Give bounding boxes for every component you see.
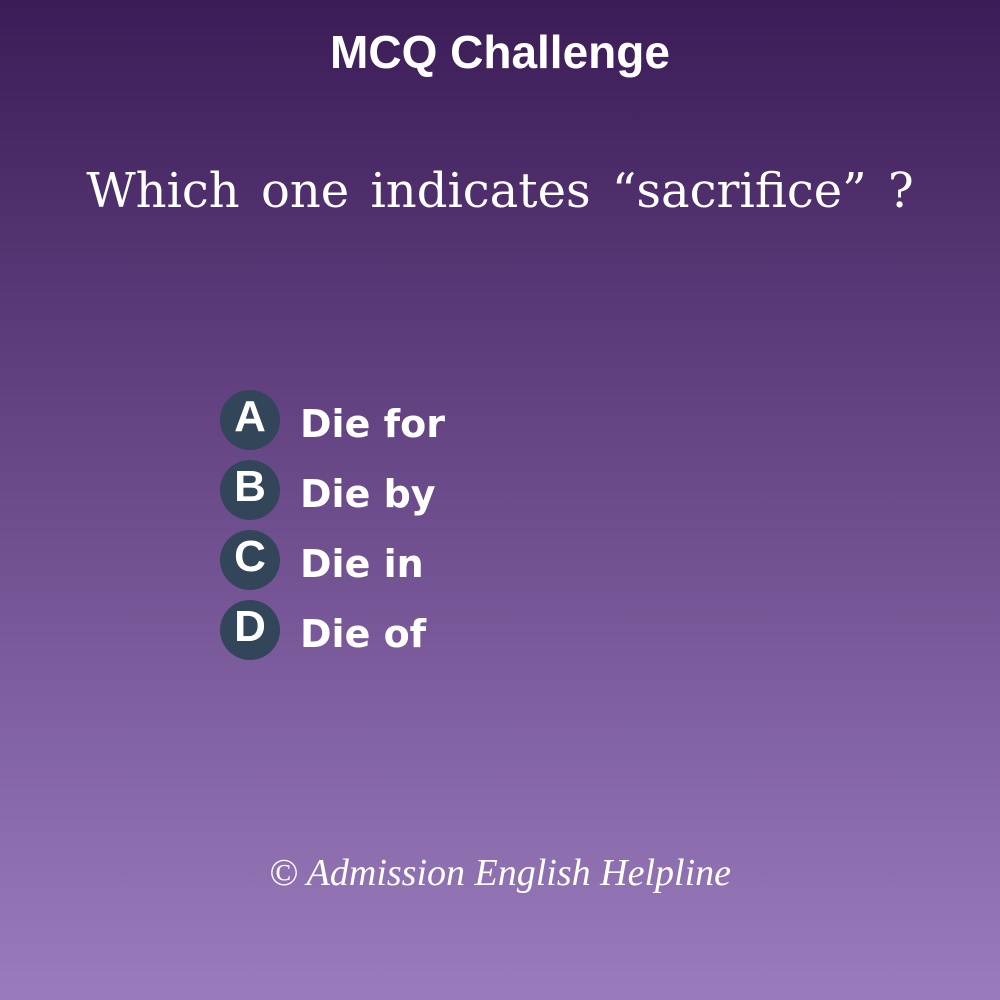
option-d[interactable]: D Die of xyxy=(220,600,620,670)
option-a-badge: A xyxy=(220,390,280,450)
option-b-label: Die by xyxy=(300,472,436,516)
option-b-badge: B xyxy=(220,460,280,520)
option-b-letter: B xyxy=(234,462,266,511)
answer-options: A Die for B Die by C Die in D Die of xyxy=(220,390,620,670)
option-d-badge: D xyxy=(220,600,280,660)
option-c-badge: C xyxy=(220,530,280,590)
question-text: Which one indicates “sacrifice” ? xyxy=(86,163,914,219)
option-d-letter: D xyxy=(234,602,266,651)
option-c-label: Die in xyxy=(300,542,424,586)
option-c[interactable]: C Die in xyxy=(220,530,620,600)
option-a-letter: A xyxy=(234,392,266,441)
option-b[interactable]: B Die by xyxy=(220,460,620,530)
option-d-label: Die of xyxy=(300,612,427,656)
option-c-letter: C xyxy=(234,532,266,581)
option-a[interactable]: A Die for xyxy=(220,390,620,460)
option-a-label: Die for xyxy=(300,402,445,446)
page-title: MCQ Challenge xyxy=(330,26,670,78)
copyright-footer: © Admission English Helpline xyxy=(269,852,731,894)
